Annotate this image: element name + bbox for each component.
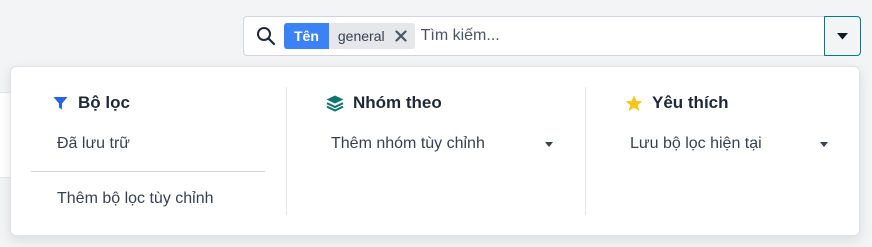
- filters-title: Bộ lọc: [78, 93, 130, 112]
- search-input[interactable]: [420, 27, 825, 45]
- facet-label: Tên: [284, 23, 329, 49]
- search-bar: Tên general: [243, 16, 825, 56]
- favorites-header: Yêu thích: [625, 93, 729, 113]
- save-current-filter-button[interactable]: Lưu bộ lọc hiện tại: [630, 135, 762, 153]
- group-by-header: Nhóm theo: [326, 93, 442, 113]
- caret-down-icon: [837, 32, 848, 39]
- add-custom-group-select[interactable]: Thêm nhóm tùy chỉnh: [331, 135, 485, 153]
- search-icon: [257, 27, 276, 46]
- facet-remove-button[interactable]: [393, 23, 415, 49]
- favorites-title: Yêu thích: [652, 93, 729, 112]
- close-icon: [394, 30, 407, 42]
- search-panel-toggle-button[interactable]: [824, 16, 861, 56]
- group-by-title: Nhóm theo: [353, 93, 442, 112]
- search-facet: Tên general: [284, 23, 415, 49]
- group-by-column: Nhóm theo Thêm nhóm tùy chỉnh: [287, 67, 585, 235]
- layers-icon: [326, 94, 344, 112]
- favorites-column: Yêu thích Lưu bộ lọc hiện tại: [585, 67, 861, 235]
- star-icon: [625, 94, 643, 112]
- search-options-panel: Bộ lọc Đã lưu trữ Thêm bộ lọc tùy chỉnh …: [10, 66, 860, 236]
- filter-icon: [51, 94, 69, 112]
- facet-value: general: [337, 28, 385, 44]
- divider: [31, 171, 265, 172]
- filters-header: Bộ lọc: [51, 93, 130, 113]
- filter-item-archived[interactable]: Đã lưu trữ: [57, 135, 130, 153]
- caret-down-icon: [820, 142, 828, 147]
- filters-column: Bộ lọc Đã lưu trữ Thêm bộ lọc tùy chỉnh: [11, 67, 287, 235]
- add-custom-filter-button[interactable]: Thêm bộ lọc tùy chỉnh: [57, 190, 214, 208]
- caret-down-icon: [545, 142, 553, 147]
